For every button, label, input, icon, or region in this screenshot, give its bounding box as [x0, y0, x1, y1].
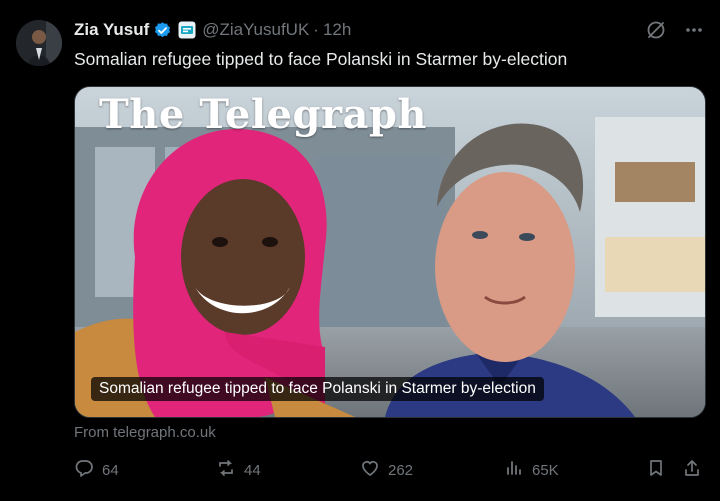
repost-count: 44: [244, 461, 261, 479]
share-icon: [682, 458, 702, 482]
more-icon[interactable]: [684, 20, 704, 45]
tweet-text: Somalian refugee tipped to face Polanski…: [74, 49, 568, 69]
like-icon: [360, 458, 380, 482]
views-button[interactable]: 65K: [504, 458, 559, 482]
tweet[interactable]: Zia Yusuf @ZiaYusufUK · 12h Somalian ref…: [0, 0, 720, 501]
author-name[interactable]: Zia Yusuf: [74, 20, 149, 40]
tweet-actions: 64 44 262 65K: [74, 458, 704, 480]
affiliate-badge-icon[interactable]: [178, 21, 196, 39]
link-card[interactable]: The Telegraph Somalian refugee tipped to…: [74, 86, 706, 418]
repost-icon: [216, 458, 236, 482]
reply-count: 64: [102, 461, 119, 479]
reply-button[interactable]: 64: [74, 458, 119, 482]
reply-icon: [74, 458, 94, 482]
card-caption: Somalian refugee tipped to face Polanski…: [91, 377, 544, 401]
separator-dot: ·: [313, 20, 319, 39]
grok-icon[interactable]: [646, 20, 666, 45]
bookmark-button[interactable]: [646, 458, 666, 482]
card-source[interactable]: From telegraph.co.uk: [74, 424, 216, 441]
tweet-top-actions: [646, 20, 704, 45]
verified-badge-icon: [153, 21, 172, 40]
bookmark-icon: [646, 458, 666, 482]
like-button[interactable]: 262: [360, 458, 413, 482]
views-count: 65K: [532, 461, 559, 479]
views-icon: [504, 458, 524, 482]
repost-button[interactable]: 44: [216, 458, 261, 482]
share-button[interactable]: [682, 458, 702, 482]
telegraph-masthead: The Telegraph: [99, 91, 428, 138]
author-handle[interactable]: @ZiaYusufUK: [202, 20, 309, 40]
like-count: 262: [388, 461, 414, 479]
tweet-header: Zia Yusuf @ZiaYusufUK · 12h: [74, 19, 351, 41]
timestamp[interactable]: 12h: [323, 20, 351, 40]
avatar[interactable]: [16, 20, 62, 66]
